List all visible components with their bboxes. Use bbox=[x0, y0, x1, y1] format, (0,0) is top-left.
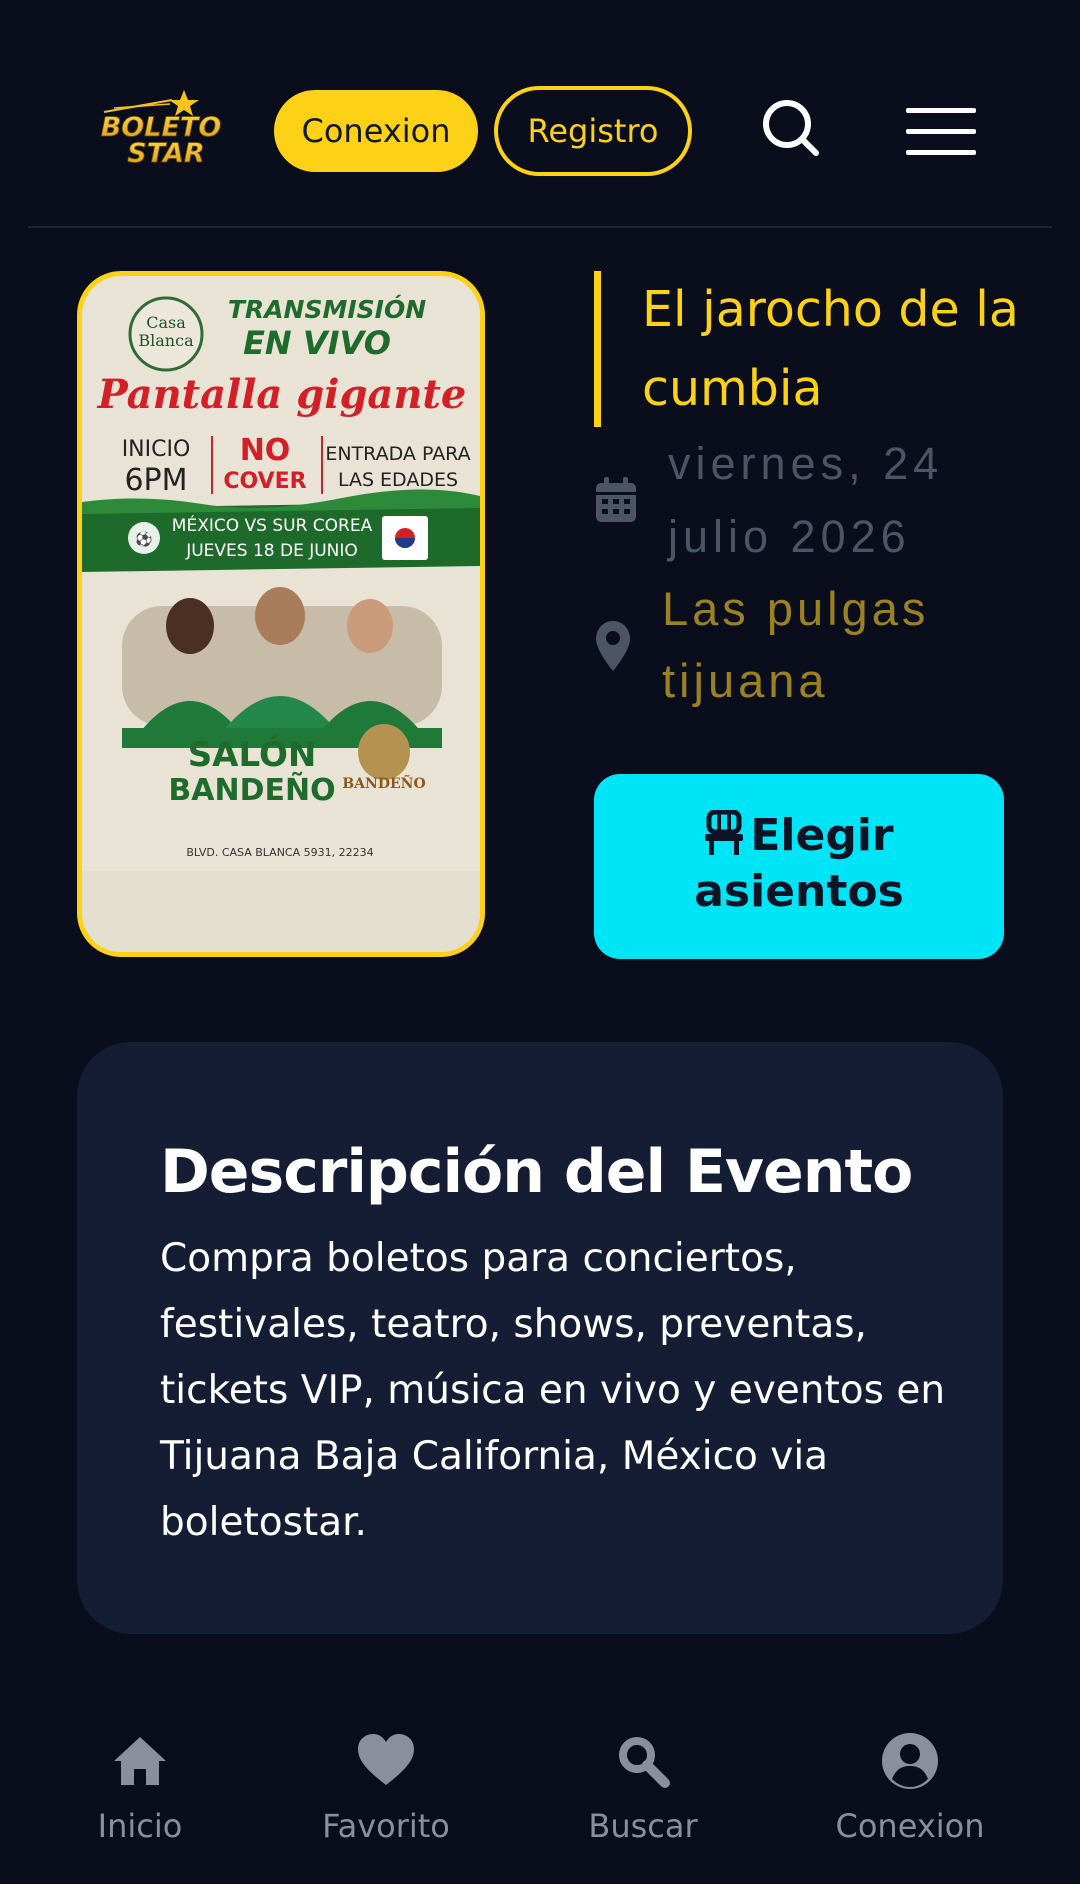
nav-label: Inicio bbox=[97, 1807, 183, 1845]
event-page: BOLETO STAR Conexion Registro Casa Blanc… bbox=[0, 0, 1080, 1884]
nav-item-conexion[interactable]: Conexion bbox=[800, 1730, 1020, 1846]
login-button[interactable]: Conexion bbox=[274, 90, 478, 172]
svg-text:TRANSMISIÓN: TRANSMISIÓN bbox=[228, 294, 426, 324]
nav-label: Favorito bbox=[322, 1807, 450, 1845]
event-date: viernes, 24 julio 2026 bbox=[668, 438, 944, 562]
svg-text:⚽: ⚽ bbox=[134, 531, 152, 548]
event-poster[interactable]: Casa Blanca TRANSMISIÓN EN VIVO Pantalla… bbox=[77, 271, 485, 957]
hamburger-menu-icon[interactable] bbox=[906, 108, 978, 156]
home-icon bbox=[114, 1737, 166, 1785]
svg-text:ENTRADA PARA: ENTRADA PARA bbox=[325, 443, 470, 465]
calendar-icon bbox=[594, 476, 638, 524]
location-pin-icon bbox=[594, 620, 632, 672]
svg-text:COVER: COVER bbox=[223, 469, 306, 494]
search-icon[interactable] bbox=[760, 98, 820, 158]
nav-item-favorito[interactable]: Favorito bbox=[276, 1730, 496, 1846]
bottom-nav: Inicio Favorito Buscar Conexion bbox=[0, 1700, 1080, 1884]
svg-text:JUEVES 18 DE JUNIO: JUEVES 18 DE JUNIO bbox=[185, 541, 358, 561]
svg-text:NO: NO bbox=[240, 433, 291, 468]
nav-label: Buscar bbox=[588, 1807, 698, 1845]
choose-seats-button[interactable]: Elegir asientos bbox=[594, 774, 1004, 959]
svg-text:BANDEÑO: BANDEÑO bbox=[168, 771, 335, 808]
description-title: Descripción del Evento bbox=[160, 1137, 913, 1207]
nav-item-buscar[interactable]: Buscar bbox=[533, 1730, 753, 1846]
top-header: BOLETO STAR Conexion Registro bbox=[0, 0, 1080, 228]
chair-icon bbox=[704, 809, 744, 856]
nav-label: Conexion bbox=[835, 1807, 985, 1845]
event-venue[interactable]: Las pulgas tijuana bbox=[662, 573, 1032, 717]
svg-text:BANDEÑO: BANDEÑO bbox=[342, 773, 425, 792]
description-card: Descripción del Evento Compra boletos pa… bbox=[77, 1042, 1003, 1634]
register-button[interactable]: Registro bbox=[494, 86, 692, 176]
header-divider bbox=[28, 226, 1052, 228]
svg-text:Blanca: Blanca bbox=[138, 331, 194, 350]
search-icon bbox=[619, 1737, 670, 1788]
svg-text:Pantalla gigante: Pantalla gigante bbox=[97, 371, 467, 418]
svg-text:Casa: Casa bbox=[146, 313, 186, 332]
heart-icon bbox=[358, 1734, 414, 1785]
svg-text:EN VIVO: EN VIVO bbox=[243, 324, 391, 362]
title-accent-bar bbox=[594, 271, 601, 427]
svg-text:STAR: STAR bbox=[127, 138, 204, 169]
user-circle-icon bbox=[882, 1733, 938, 1789]
svg-text:LAS EDADES: LAS EDADES bbox=[338, 469, 458, 491]
description-text: Compra boletos para conciertos, festival… bbox=[160, 1236, 946, 1545]
boletostar-logo[interactable]: BOLETO STAR bbox=[84, 86, 238, 176]
svg-text:MÉXICO VS SUR COREA: MÉXICO VS SUR COREA bbox=[172, 514, 373, 536]
event-title: El jarocho de la cumbia bbox=[642, 281, 1019, 417]
svg-text:INICIO: INICIO bbox=[122, 437, 191, 462]
svg-text:6PM: 6PM bbox=[124, 463, 187, 498]
svg-text:SALÓN: SALÓN bbox=[188, 734, 317, 775]
nav-item-inicio[interactable]: Inicio bbox=[30, 1730, 250, 1846]
svg-text:BLVD. CASA BLANCA 5931, 22234: BLVD. CASA BLANCA 5931, 22234 bbox=[186, 846, 373, 859]
